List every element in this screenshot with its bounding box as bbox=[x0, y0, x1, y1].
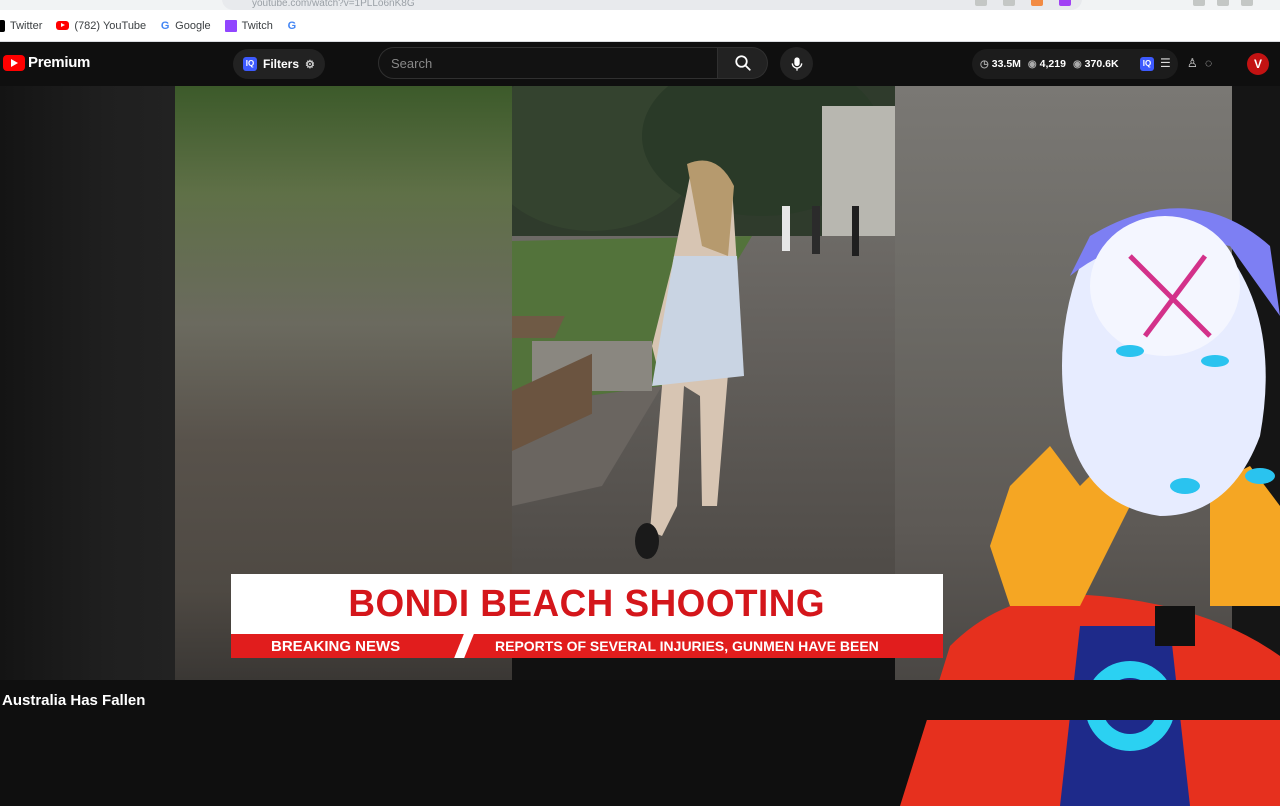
search-button[interactable] bbox=[718, 47, 768, 79]
iq-extension-icon[interactable]: IQ bbox=[1140, 57, 1154, 71]
eye-icon: ◉ bbox=[1027, 58, 1037, 70]
microphone-icon bbox=[791, 56, 802, 71]
browser-toolbar: youtube.com/watch?v=1PLLo6nK8G bbox=[0, 0, 1280, 10]
stat-value: 4,219 bbox=[1039, 58, 1066, 70]
filters-button[interactable]: IQ Filters ⚙ bbox=[233, 49, 325, 79]
menu-icon[interactable] bbox=[1241, 0, 1253, 6]
stat-views: ◉ 370.6K bbox=[1073, 58, 1119, 70]
extension-icon[interactable] bbox=[1003, 0, 1015, 6]
news-ticker: BREAKING NEWS REPORTS OF SEVERAL INJURIE… bbox=[231, 634, 943, 658]
video-blur-background bbox=[0, 86, 175, 680]
video-info: Australia Has Fallen bbox=[0, 680, 1280, 720]
youtube-logo[interactable]: Premium bbox=[3, 54, 90, 71]
google-icon: G bbox=[287, 19, 297, 32]
bookmark-youtube[interactable]: (782) YouTube bbox=[56, 20, 146, 32]
stat-value: 370.6K bbox=[1084, 58, 1119, 70]
clock-icon: ◷ bbox=[980, 58, 989, 70]
voice-search-button[interactable] bbox=[780, 47, 813, 80]
stat-value: 33.5M bbox=[991, 58, 1021, 70]
bookmark-google[interactable]: G Google bbox=[160, 19, 211, 32]
address-bar[interactable]: youtube.com/watch?v=1PLLo6nK8G bbox=[222, 0, 1082, 10]
bookmark-label: Twitter bbox=[10, 19, 43, 32]
menu-lines-icon[interactable]: ☰ bbox=[1160, 56, 1171, 70]
bookmark-twitch[interactable]: Twitch bbox=[224, 19, 273, 32]
extension-icon[interactable] bbox=[975, 0, 987, 6]
stat-watch-time: ◷ 33.5M bbox=[980, 58, 1021, 70]
address-bar-url[interactable]: youtube.com/watch?v=1PLLo6nK8G bbox=[252, 0, 415, 9]
bookmarks-bar: Twitter (782) YouTube G Google Twitch G bbox=[0, 10, 1280, 42]
twitch-icon bbox=[224, 19, 237, 32]
logo-text: Premium bbox=[28, 54, 91, 71]
downloads-icon[interactable] bbox=[1217, 0, 1229, 6]
search-box bbox=[378, 47, 718, 79]
search-input[interactable] bbox=[391, 48, 711, 78]
bookmark-label: (782) YouTube bbox=[74, 19, 147, 32]
profile-icon[interactable] bbox=[1193, 0, 1205, 6]
youtube-icon bbox=[56, 21, 70, 30]
google-icon: G bbox=[160, 19, 170, 32]
extension-icon[interactable] bbox=[1059, 0, 1071, 6]
ticker-text: REPORTS OF SEVERAL INJURIES, GUNMEN HAVE… bbox=[495, 638, 879, 654]
avatar[interactable]: V bbox=[1247, 53, 1269, 75]
search-icon bbox=[734, 55, 751, 71]
video-title: Australia Has Fallen bbox=[2, 692, 146, 709]
trophy-icon[interactable]: ♙ bbox=[1187, 56, 1198, 70]
iq-extension-icon: IQ bbox=[243, 57, 257, 71]
bookmark-label: Twitch bbox=[241, 19, 273, 32]
stat-live-viewers: ◉ 4,219 bbox=[1028, 58, 1066, 70]
video-player[interactable]: BONDI BEACH SHOOTING BREAKING NEWS REPOR… bbox=[0, 86, 1280, 806]
youtube-header: Premium IQ Filters ⚙ ◷ 33.5M ◉ 4,219 ◉ 3… bbox=[0, 42, 1280, 86]
x-icon bbox=[0, 19, 5, 32]
eye-icon: ◉ bbox=[1072, 58, 1082, 70]
youtube-play-icon bbox=[3, 54, 25, 71]
news-headline: BONDI BEACH SHOOTING bbox=[348, 582, 826, 625]
bookmark-google-2[interactable]: G bbox=[287, 20, 302, 32]
filters-label: Filters bbox=[263, 57, 300, 71]
bookmark-twitter[interactable]: Twitter bbox=[0, 19, 43, 32]
notification-icon[interactable]: ◌ bbox=[1205, 56, 1212, 70]
news-lower-third: BONDI BEACH SHOOTING BREAKING NEWS REPOR… bbox=[231, 574, 943, 662]
brave-icon[interactable] bbox=[1031, 0, 1043, 6]
headline-bar: BONDI BEACH SHOOTING bbox=[231, 574, 943, 634]
breaking-news-label: BREAKING NEWS bbox=[271, 637, 401, 655]
sliders-icon: ⚙ bbox=[305, 58, 315, 71]
bookmark-label: Google bbox=[175, 19, 211, 32]
